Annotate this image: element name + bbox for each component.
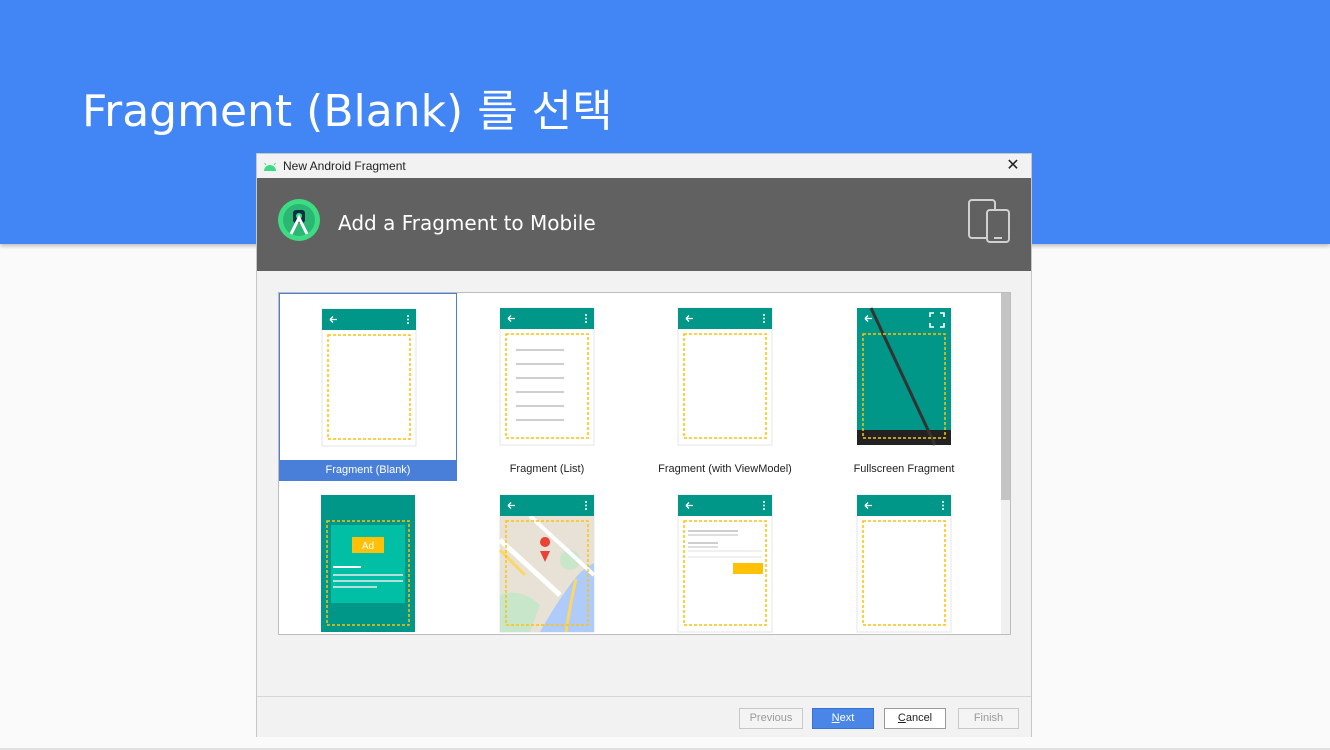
template-preview-blank: [856, 494, 952, 634]
slide-title: Fragment (Blank) 를 선택: [82, 86, 613, 137]
template-preview-map: [498, 494, 596, 634]
template-tile-7[interactable]: [636, 480, 814, 634]
template-caption: Fullscreen Fragment: [853, 463, 955, 475]
cancel-button[interactable]: Cancel: [884, 708, 946, 729]
banner-heading: Add a Fragment to Mobile: [338, 211, 596, 235]
next-mnemonic: N: [831, 712, 840, 724]
previous-button[interactable]: Previous: [739, 708, 803, 729]
dialog-banner: Add a Fragment to Mobile: [257, 178, 1031, 271]
template-preview-list: [499, 307, 595, 452]
close-icon[interactable]: ✕: [1003, 155, 1023, 177]
template-tile-8[interactable]: [815, 480, 993, 634]
template-tile-3[interactable]: Fragment (with ViewModel): [636, 293, 814, 481]
cancel-mnemonic: C: [897, 712, 906, 724]
template-preview-blank: [321, 308, 417, 453]
template-tile-1[interactable]: Fragment (Blank): [279, 293, 457, 481]
android-studio-logo-icon: [277, 198, 321, 247]
gallery-scrollbar[interactable]: [1001, 293, 1010, 634]
ad-label: Ad: [362, 541, 374, 552]
dialog-title: New Android Fragment: [283, 159, 406, 173]
template-preview-ad: Ad: [320, 494, 416, 634]
template-preview-fullscreen: [856, 307, 952, 452]
template-caption: Fragment (with ViewModel): [658, 463, 792, 475]
cancel-label-rest: ancel: [905, 712, 933, 724]
finish-button[interactable]: Finish: [958, 708, 1019, 729]
scrollbar-thumb[interactable]: [1001, 293, 1010, 500]
template-preview-blank: [677, 307, 773, 452]
dialog-footer: Previous Next Cancel Finish: [257, 696, 1031, 737]
template-caption: Fragment (Blank): [280, 460, 456, 481]
template-tile-5[interactable]: Ad: [279, 480, 457, 634]
android-icon: [263, 159, 277, 177]
phone-tablet-icon: [967, 198, 1011, 249]
next-label-rest: ext: [839, 712, 855, 724]
next-button[interactable]: Next: [812, 708, 874, 729]
template-gallery: Fragment (Blank) Fragment (List) Fragmen…: [278, 292, 1011, 635]
new-fragment-dialog: New Android Fragment ✕ Add a Fragment to…: [256, 153, 1032, 737]
template-caption: Fragment (List): [509, 463, 585, 475]
template-preview-login: [677, 494, 773, 634]
template-tile-4[interactable]: Fullscreen Fragment: [815, 293, 993, 481]
dialog-titlebar[interactable]: New Android Fragment ✕: [257, 154, 1031, 178]
template-tile-2[interactable]: Fragment (List): [458, 293, 636, 481]
template-tile-6[interactable]: [458, 480, 636, 634]
